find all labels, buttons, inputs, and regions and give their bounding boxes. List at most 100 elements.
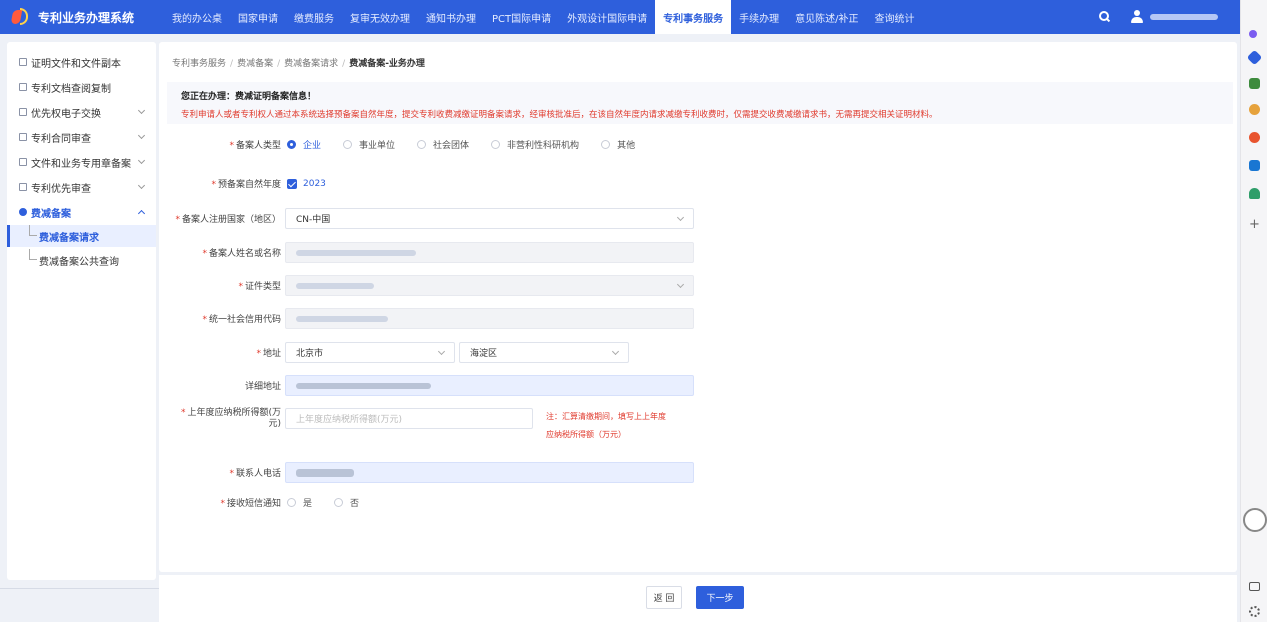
redacted-value (296, 282, 374, 289)
chevron-up-icon (137, 209, 146, 218)
radio-option[interactable]: 非营利性科研机构 (491, 138, 579, 151)
nav-item[interactable]: 复审无效办理 (342, 0, 418, 34)
country-select[interactable]: CN-中国 (285, 208, 694, 229)
next-button[interactable]: 下一步 (696, 586, 744, 609)
nav-item[interactable]: 手续办理 (731, 0, 787, 34)
nav-item[interactable]: 通知书办理 (418, 0, 484, 34)
form-row-cert-type: * 证件类型 (159, 275, 694, 296)
form-row-country: * 备案人注册国家（地区） CN-中国 (159, 208, 694, 229)
nav-item[interactable]: 国家申请 (230, 0, 286, 34)
province-select[interactable]: 北京市 (285, 342, 455, 363)
radio-option[interactable]: 其他 (601, 138, 635, 151)
sms-label: 接收短信通知 (226, 499, 281, 509)
radio-circle[interactable] (287, 498, 296, 507)
radio-option[interactable]: 企业 (287, 138, 321, 151)
radio-label: 非营利性科研机构 (507, 141, 580, 151)
form-row-address: * 地址 北京市 海淀区 (159, 342, 629, 363)
sidebar-item-label: 证明文件和文件副本 (31, 58, 121, 70)
browser-sidebar: + (1240, 0, 1267, 622)
contract-icon (19, 133, 27, 141)
chevron-down-icon (137, 181, 146, 190)
tree-icon[interactable] (1249, 188, 1260, 199)
nav-item[interactable]: 专利事务服务 (655, 0, 732, 34)
name-label: 备案人姓名或名称 (208, 249, 281, 259)
user-icon (1130, 10, 1144, 24)
cert-type-select[interactable] (285, 275, 694, 296)
redacted-value (296, 249, 416, 256)
copilot-icon[interactable] (1249, 30, 1257, 38)
notice-box: 您正在办理：费减证明备案信息！ 专利申请人或者专利权人通过本系统选择预备案自然年… (167, 82, 1233, 124)
assistant-avatar-icon[interactable] (1243, 508, 1267, 532)
year-checkbox-option[interactable]: 2023 (285, 178, 326, 189)
radio-option[interactable]: 是 (287, 496, 312, 509)
sidebar-subitem[interactable]: 费减备案公共查询 (7, 249, 156, 271)
detail-address-field[interactable] (285, 375, 694, 396)
country-label: 备案人注册国家（地区） (181, 215, 281, 225)
district-select[interactable]: 海淀区 (459, 342, 629, 363)
breadcrumb-item[interactable]: 费减备案 (237, 59, 273, 69)
radio-circle[interactable] (343, 140, 353, 149)
office-icon[interactable] (1249, 132, 1260, 143)
income-label-line2: 元) (268, 419, 281, 429)
seal-icon (19, 158, 27, 166)
sidebar-item[interactable]: 专利优先审查 (7, 176, 156, 198)
games-icon[interactable] (1249, 104, 1260, 115)
nav-item[interactable]: 缴费服务 (286, 0, 342, 34)
nav-item[interactable]: PCT国际申请 (484, 0, 559, 34)
nav-item[interactable]: 我的办公桌 (164, 0, 230, 34)
radio-label: 是 (303, 499, 313, 509)
sidebar-subitem[interactable]: 费减备案请求 (7, 225, 156, 247)
radio-circle[interactable] (287, 140, 296, 149)
notice-title: 您正在办理：费减证明备案信息！ (181, 92, 317, 102)
district-value: 海淀区 (470, 349, 498, 359)
radio-circle[interactable] (334, 498, 344, 507)
sidebar-subitem-label: 费减备案公共查询 (39, 256, 119, 268)
radio-option[interactable]: 社会团体 (417, 138, 469, 151)
filer-type-label: 备案人类型 (235, 141, 281, 151)
back-button[interactable]: 返 回 (646, 586, 682, 609)
sidebar-group-fee-reduction[interactable]: 费减备案 (7, 201, 156, 223)
breadcrumb-item[interactable]: 费减备案请求 (284, 59, 338, 69)
credit-code-label: 统一社会信用代码 (208, 315, 281, 325)
sidebar-item[interactable]: 文件和业务专用章备案 (7, 151, 156, 173)
radio-circle[interactable] (601, 140, 611, 149)
radio-circle[interactable] (417, 140, 427, 149)
radio-circle[interactable] (491, 140, 501, 149)
chevron-down-icon (137, 156, 146, 165)
credit-code-field[interactable] (285, 308, 694, 329)
add-icon[interactable]: + (1249, 218, 1260, 231)
income-field[interactable]: 上年度应纳税所得额(万元) (285, 408, 533, 429)
sidebar-toggle-icon[interactable] (1249, 582, 1260, 591)
chevron-down-icon (137, 106, 146, 115)
sidebar-item[interactable]: 优先权电子交换 (7, 101, 156, 123)
sidebar-item[interactable]: 专利合同审查 (7, 126, 156, 148)
radio-option[interactable]: 事业单位 (343, 138, 395, 151)
country-value: CN-中国 (296, 215, 331, 225)
search-icon[interactable] (1098, 10, 1112, 24)
outlook-icon[interactable] (1249, 160, 1260, 171)
year-checkbox[interactable] (287, 178, 297, 189)
breadcrumb-item: 费减备案-业务办理 (349, 59, 425, 69)
phone-field[interactable] (285, 462, 694, 483)
sidebar-item[interactable]: 证明文件和文件副本 (7, 51, 156, 73)
address-label: 地址 (262, 349, 281, 359)
form-row-credit-code: * 统一社会信用代码 (159, 308, 694, 329)
nav-item[interactable]: 意见陈述/补正 (787, 0, 866, 34)
redacted-value (296, 468, 354, 477)
nav-item[interactable]: 查询统计 (867, 0, 923, 34)
name-field[interactable] (285, 242, 694, 263)
user-menu[interactable] (1130, 0, 1240, 34)
income-placeholder: 上年度应纳税所得额(万元) (296, 415, 403, 425)
app-logo[interactable]: 专利业务办理系统 (0, 7, 164, 27)
settings-icon[interactable] (1249, 606, 1260, 617)
sidebar-item[interactable]: 专利文档查阅复制 (7, 76, 156, 98)
radio-option[interactable]: 否 (334, 496, 359, 509)
breadcrumb-separator: / (230, 59, 234, 69)
briefcase-icon[interactable] (1249, 78, 1260, 89)
tag-icon[interactable] (1246, 49, 1263, 66)
cert-type-label: 证件类型 (244, 282, 281, 292)
app-title: 专利业务办理系统 (38, 10, 135, 25)
form-row-year: * 预备案自然年度 2023 (211, 178, 326, 190)
breadcrumb-item[interactable]: 专利事务服务 (172, 59, 226, 69)
nav-item[interactable]: 外观设计国际申请 (559, 0, 655, 34)
